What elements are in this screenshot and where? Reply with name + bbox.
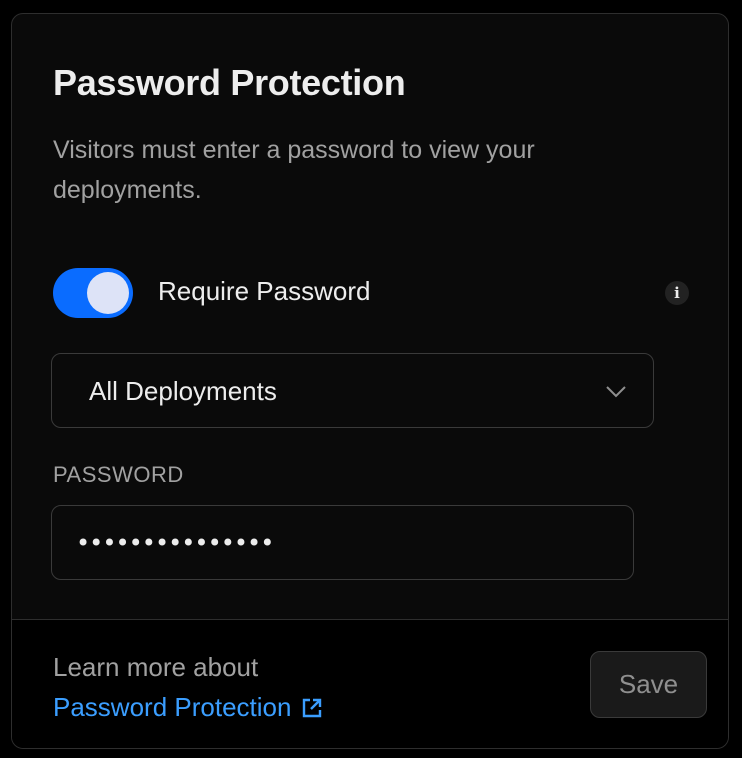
deployment-scope-select[interactable]: All Deployments [51, 353, 654, 428]
password-input[interactable] [51, 505, 634, 580]
external-link-icon [303, 698, 322, 717]
card-title: Password Protection [53, 62, 406, 103]
card-footer: Learn more about Password Protection Sav… [12, 619, 728, 748]
info-icon[interactable]: i [665, 281, 689, 305]
password-field-label: PASSWORD [53, 462, 184, 487]
learn-more-text: Learn more about [53, 652, 259, 682]
chevron-down-icon [606, 386, 626, 398]
card-description: Visitors must enter a password to view y… [53, 136, 535, 204]
link-label: Password Protection [53, 692, 292, 722]
password-protection-card: Password Protection Visitors must enter … [11, 13, 729, 749]
deployment-scope-value: All Deployments [89, 376, 277, 406]
toggle-knob [87, 272, 129, 314]
save-button[interactable]: Save [590, 651, 707, 718]
require-password-row: Require Password i [53, 268, 689, 318]
password-protection-link[interactable]: Password Protection [53, 692, 323, 723]
require-password-label: Require Password [158, 276, 371, 306]
require-password-toggle[interactable] [53, 268, 133, 318]
